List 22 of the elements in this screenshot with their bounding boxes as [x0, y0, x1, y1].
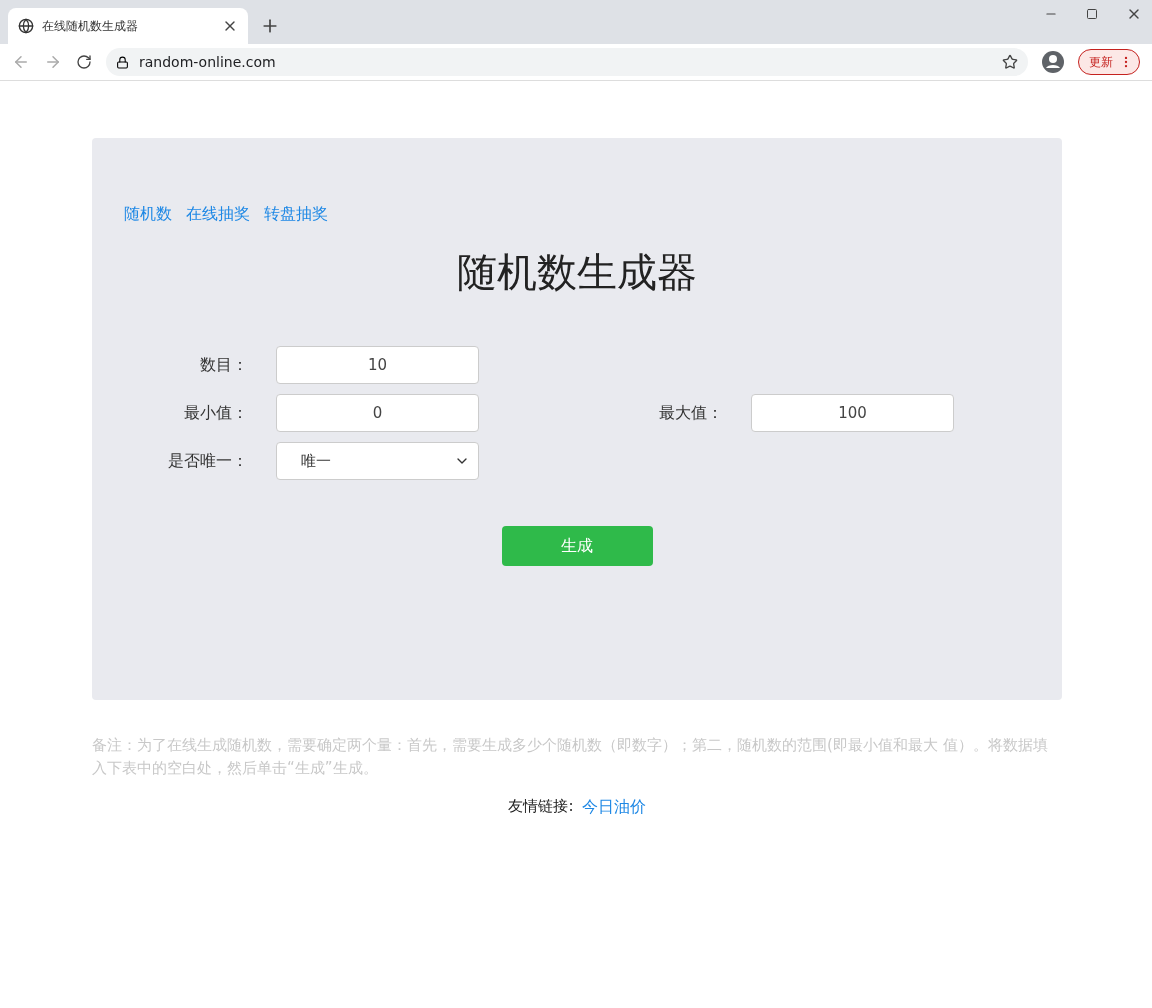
field-label: 是否唯一：: [167, 450, 248, 472]
update-button[interactable]: 更新: [1078, 49, 1140, 75]
footer-label: 友情链接:: [508, 797, 574, 817]
browser-tab[interactable]: 在线随机数生成器: [8, 8, 248, 44]
footer-link[interactable]: 今日油价: [581, 797, 646, 818]
reload-button[interactable]: [76, 54, 92, 70]
max-input[interactable]: 100: [751, 394, 954, 432]
unique-select[interactable]: 唯一: [276, 442, 479, 480]
url-text: random-online.com: [139, 54, 277, 70]
count-input[interactable]: 10: [276, 346, 479, 384]
page-title: 随机数生成器: [456, 248, 698, 297]
tab-title: 在线随机数生成器: [42, 17, 139, 35]
address-bar[interactable]: random-online.com: [106, 48, 1028, 76]
maximize-button[interactable]: [1086, 6, 1098, 22]
field-label: 数目：: [199, 354, 248, 376]
profile-avatar-icon[interactable]: [1042, 51, 1064, 73]
lock-icon: [116, 55, 129, 69]
field-label: 最大值：: [658, 402, 723, 424]
field-label: 最小值：: [183, 402, 248, 424]
globe-icon: [18, 18, 34, 34]
min-input[interactable]: 0: [276, 394, 479, 432]
bookmark-star-button[interactable]: [1002, 54, 1018, 70]
